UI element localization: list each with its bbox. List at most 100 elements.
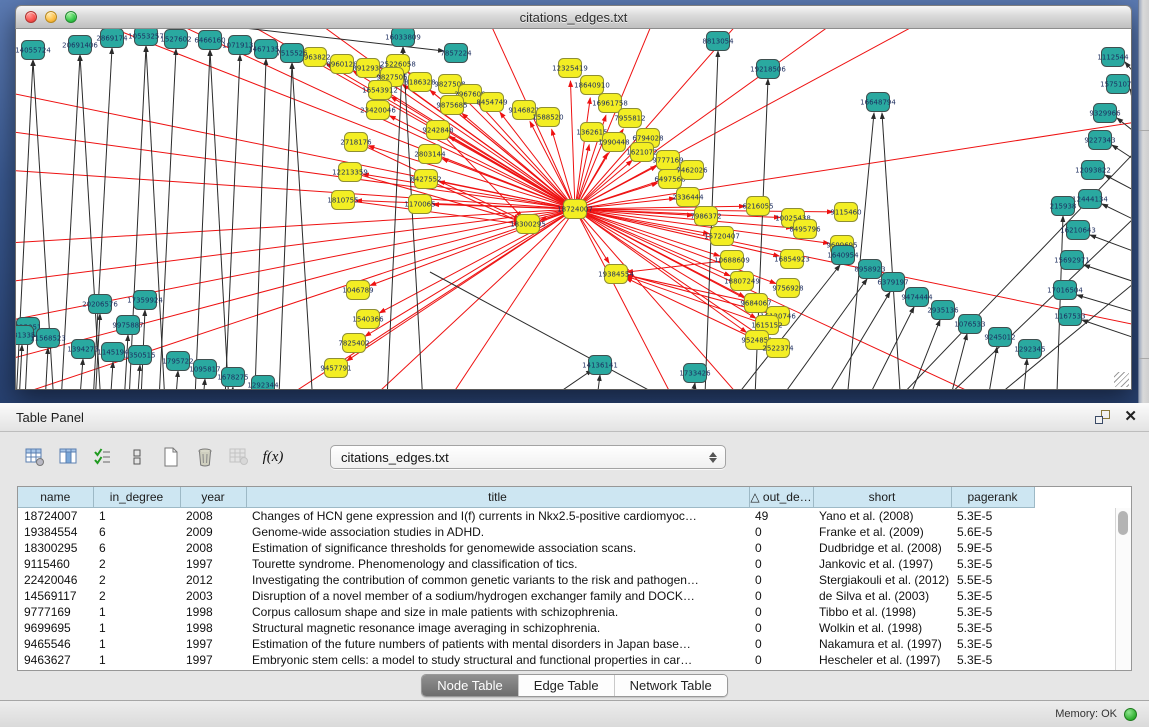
select-rows-button[interactable] (90, 444, 116, 470)
graph-node[interactable]: 1170065 (404, 195, 435, 214)
graph-node[interactable]: 1810755 (327, 191, 358, 210)
column-header-short[interactable]: short (813, 487, 951, 508)
window-titlebar[interactable]: citations_edges.txt (15, 5, 1132, 29)
graph-node[interactable]: 1350515 (124, 346, 155, 365)
column-header-year[interactable]: year (180, 487, 246, 508)
table-row[interactable]: 911546021997Tourette syndrome. Phenomeno… (18, 556, 1034, 572)
graph-node[interactable]: 7986372 (690, 207, 721, 226)
graph-node[interactable]: 7955812 (614, 109, 645, 128)
tab-network-table[interactable]: Network Table (614, 675, 727, 696)
graph-node[interactable]: 9245012 (984, 328, 1015, 347)
delete-table-button[interactable] (226, 444, 252, 470)
graph-node[interactable]: 2869174 (96, 29, 128, 48)
graph-node[interactable]: 1046789 (342, 281, 373, 300)
graph-node[interactable]: 1540366 (352, 310, 384, 329)
window-resize-grip[interactable] (1114, 372, 1129, 387)
graph-node[interactable]: 18640910 (574, 76, 610, 95)
graph-node[interactable]: 215938 (1050, 197, 1077, 216)
delete-column-button[interactable] (192, 444, 218, 470)
graph-node[interactable]: 14136141 (582, 356, 618, 375)
graph-node[interactable]: 7857224 (440, 44, 472, 63)
column-header-out_degree[interactable]: △ out_de… (749, 487, 813, 508)
function-builder-button[interactable]: f(x) (260, 444, 286, 470)
graph-node[interactable]: 2522374 (762, 339, 794, 358)
graph-node[interactable]: 1394273 (67, 340, 98, 359)
column-header-name[interactable]: name (18, 487, 93, 508)
show-columns-button[interactable] (56, 444, 82, 470)
graph-node[interactable]: 2718176 (340, 133, 372, 152)
graph-node[interactable]: 1640954 (827, 246, 859, 265)
graph-node[interactable]: 9875685 (436, 96, 467, 115)
graph-node[interactable]: 7825402 (338, 334, 369, 353)
graph-node[interactable]: 12093822 (1075, 161, 1111, 180)
memory-ok-indicator[interactable] (1124, 708, 1137, 721)
graph-node[interactable]: 8495796 (789, 220, 821, 239)
close-panel-icon[interactable]: ✕ (1124, 410, 1137, 424)
graph-node[interactable]: 9115460 (830, 203, 861, 222)
float-panel-icon[interactable] (1095, 410, 1110, 424)
column-header-pagerank[interactable]: pagerank (951, 487, 1034, 508)
table-row[interactable]: 1938455462009Genome-wide association stu… (18, 524, 1034, 540)
graph-node[interactable]: 19384554 (598, 265, 634, 284)
graph-node[interactable]: 16854923 (774, 250, 810, 269)
graph-node[interactable]: 14055724 (16, 41, 51, 60)
column-header-in_degree[interactable]: in_degree (93, 487, 180, 508)
graph-node[interactable]: 9975887 (112, 316, 143, 335)
graph-node[interactable]: 18807249 (724, 272, 760, 291)
table-row[interactable]: 1872400712008Changes of HCN gene express… (18, 508, 1034, 525)
table-row[interactable]: 946362711997Embryonic stem cells: a mode… (18, 652, 1034, 668)
graph-node[interactable]: 8958923 (854, 260, 885, 279)
graph-node[interactable]: 9329966 (1089, 104, 1121, 123)
row-height-button[interactable] (124, 444, 150, 470)
graph-node[interactable]: 12444134 (1072, 190, 1108, 209)
table-row[interactable]: 946554611997Estimation of the future num… (18, 636, 1034, 652)
table-scrollbar[interactable] (1115, 508, 1131, 670)
graph-node[interactable]: 16033809 (385, 29, 421, 47)
graph-node[interactable]: 19218506 (750, 60, 786, 79)
graph-node[interactable]: 12325419 (552, 59, 588, 78)
table-row[interactable]: 977716911998Corpus callosum shape and si… (18, 604, 1034, 620)
graph-node[interactable]: 1095817 (189, 360, 220, 379)
graph-node[interactable]: 16210643 (1060, 221, 1096, 240)
graph-node[interactable]: 6216055 (742, 197, 773, 216)
graph-node[interactable]: 6379197 (877, 273, 908, 292)
table-row[interactable]: 1830029562008Estimation of significance … (18, 540, 1034, 556)
graph-node[interactable]: 6466160 (194, 31, 225, 50)
graph-node[interactable]: 1678275 (217, 368, 248, 387)
graph-node[interactable]: 9227343 (1084, 131, 1115, 150)
graph-node[interactable]: 1292345 (1014, 340, 1045, 359)
graph-node[interactable]: 2803144 (414, 145, 446, 164)
tab-edge-table[interactable]: Edge Table (518, 675, 614, 696)
graph-node[interactable]: 8813054 (702, 32, 734, 51)
graph-node[interactable]: 20691406 (62, 36, 98, 55)
graph-node[interactable]: 9756928 (772, 279, 803, 298)
graph-node[interactable]: 1990448 (598, 133, 629, 152)
graph-node[interactable]: 1527602 (160, 30, 191, 49)
graph-node[interactable]: 1076533 (954, 315, 985, 334)
graph-node[interactable]: 8427552 (410, 170, 441, 189)
graph-node[interactable]: 8454749 (476, 93, 507, 112)
tab-node-table[interactable]: Node Table (422, 675, 518, 696)
new-column-button[interactable] (158, 444, 184, 470)
graph-node[interactable]: 20206576 (82, 295, 118, 314)
graph-node[interactable]: 2336444 (672, 188, 704, 207)
graph-node[interactable]: 15692971 (1054, 251, 1090, 270)
graph-node[interactable]: 1167533 (1054, 307, 1085, 326)
graph-node[interactable]: 1292344 (247, 376, 279, 390)
network-canvas[interactable]: 1872400779638228960128891293525226058982… (16, 29, 1132, 389)
graph-node[interactable]: 8186328 (404, 73, 435, 92)
graph-node[interactable]: 10553257 (128, 29, 164, 46)
graph-node[interactable]: 1733426 (679, 364, 711, 383)
graph-node[interactable]: 10688609 (714, 251, 750, 270)
table-row[interactable]: 1456911722003Disruption of a novel membe… (18, 588, 1034, 604)
column-header-title[interactable]: title (246, 487, 749, 508)
network-view[interactable]: 1872400779638228960128891293525226058982… (15, 29, 1132, 390)
graph-node[interactable]: 15720407 (704, 227, 740, 246)
table-mode-button[interactable] (22, 444, 48, 470)
close-window-button[interactable] (25, 11, 37, 23)
table-row[interactable]: 2242004622012Investigating the contribut… (18, 572, 1034, 588)
table-row[interactable]: 969969511998Structural magnetic resonanc… (18, 620, 1034, 636)
graph-node[interactable]: 9242848 (422, 121, 453, 140)
graph-node[interactable]: 16648794 (860, 93, 896, 112)
graph-node[interactable]: 17359924 (127, 291, 163, 310)
